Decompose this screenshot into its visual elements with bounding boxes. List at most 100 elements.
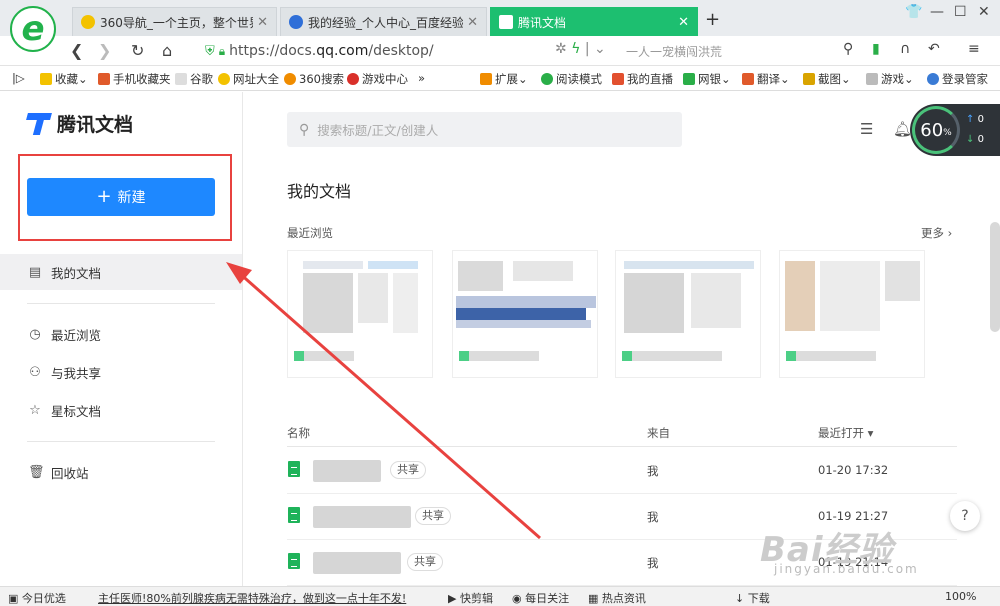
column-header-name[interactable]: 名称 [287,425,310,441]
bookmark-favorites[interactable]: 收藏 ⌄ [40,71,88,87]
status-daily-follow[interactable]: ◉ 每日关注 [512,590,569,606]
more-link[interactable]: 更多 › [921,225,952,241]
sidebar-item-my-docs[interactable]: ▤ 我的文档 [0,254,242,290]
tab-360-nav[interactable]: 360导航_一个主页，整个世界 ✕ [72,7,277,36]
bookmark-games[interactable]: 游戏 ⌄ [866,71,914,87]
sidebar-toggle-icon[interactable]: |▷ [12,71,25,85]
divider [27,441,215,442]
browser-logo[interactable]: e [10,6,56,52]
speed-gauge: 60% [912,106,960,154]
table-row[interactable]: 共享 我 01-20 17:32 [287,448,957,494]
column-header-from[interactable]: 来自 [647,425,670,441]
bookmarks-bar: |▷ 收藏 ⌄ 手机收藏夹 谷歌 网址大全 360搜索 游戏中心 » 扩展 ⌄ … [0,67,1000,91]
back-icon[interactable]: ❮ [70,41,83,60]
doc-name-blurred [313,552,401,574]
shared-tag: 共享 [407,553,443,571]
sidebar-item-label: 回收站 [51,465,89,481]
upload-speed: ↑ 0 [966,114,984,125]
doc-name-blurred [313,460,381,482]
bookmark-hao[interactable]: 网址大全 [218,71,279,87]
search-placeholder: 搜索标题/正文/创建人 [317,123,439,138]
main-content: ⚲ 搜索标题/正文/创建人 ☰ 🔔︎ 我的文档 最近浏览 更多 › 名称 来自 … [243,92,1000,586]
speed-widget[interactable]: 60% ↑ 0 ↓ 0 [910,104,1000,156]
tab-title: 我的经验_个人中心_百度经验 [308,15,464,30]
star-icon: ☆ [29,402,41,418]
minimize-icon[interactable]: — [930,4,944,20]
skin-icon[interactable]: 👕 [905,4,922,20]
tab-baidu-jingyan[interactable]: 我的经验_个人中心_百度经验 ✕ [280,7,487,36]
sidebar-item-label: 与我共享 [51,365,102,381]
status-hot-news[interactable]: ▦ 热点资讯 [588,590,646,606]
tencent-docs-logo-icon [27,113,51,135]
bookmark-translate[interactable]: 翻译 ⌄ [742,71,790,87]
tab-tencent-docs[interactable]: 腾讯文档 ✕ [490,7,698,36]
status-news-link[interactable]: 主任医师!80%前列腺疾病无需特殊治疗，做到这一点十年不发! [98,590,406,606]
sheet-doc-icon [288,461,300,477]
url-field[interactable]: ⛨ 🔒︎ https://docs.qq.com/desktop/ [205,39,595,63]
new-tab-button[interactable]: + [705,9,720,30]
bookmark-live[interactable]: 我的直播 [612,71,673,87]
sidebar-item-label: 我的文档 [51,265,102,281]
doc-name-blurred [313,506,411,528]
lock-icon: 🔒︎ [218,43,226,58]
sidebar-item-trash[interactable]: 🗑︎ 回收站 [0,454,242,490]
status-today-pick[interactable]: ▣ 今日优选 [8,590,66,606]
scrollbar[interactable] [990,222,1000,332]
tab-title: 腾讯文档 [518,15,567,30]
undo-icon[interactable]: ↶ [928,41,940,57]
refresh-icon[interactable]: ↻ [131,41,144,60]
status-download[interactable]: ↓ 下载 [735,590,770,606]
recent-card[interactable] [287,250,433,378]
sidebar-item-shared[interactable]: ⚇ 与我共享 [0,354,242,390]
close-icon[interactable]: ✕ [678,15,689,30]
bookmark-screenshot[interactable]: 截图 ⌄ [803,71,851,87]
browser-window: 360导航_一个主页，整个世界 ✕ 我的经验_个人中心_百度经验 ✕ 腾讯文档 … [0,0,1000,606]
shared-tag: 共享 [415,507,451,525]
search-input[interactable]: ⚲ 搜索标题/正文/创建人 [287,112,682,147]
from-cell: 我 [647,510,659,524]
download-speed: ↓ 0 [966,134,984,145]
bookmark-bank[interactable]: 网银 ⌄ [683,71,731,87]
close-icon[interactable]: ✕ [467,15,478,30]
headphones-icon[interactable]: ∩ [900,41,910,57]
sidebar-item-recent[interactable]: ◷ 最近浏览 [0,316,242,352]
bookmark-reading-mode[interactable]: 阅读模式 [541,71,602,87]
brand[interactable]: 腾讯文档 [27,110,133,137]
paw-icon [289,15,303,29]
from-cell: 我 [647,556,659,570]
close-icon[interactable]: ✕ [257,15,268,30]
search-suggestion[interactable]: 一人一宠横闯洪荒 [626,43,722,60]
home-icon[interactable]: ⌂ [162,41,172,60]
bookmark-mobile[interactable]: 手机收藏夹 [98,71,171,87]
sheet-doc-icon [288,553,300,569]
bookmark-google[interactable]: 谷歌 [175,71,213,87]
bookmark-login-manager[interactable]: 登录管家 [927,71,988,87]
window-close-icon[interactable]: ✕ [978,4,990,20]
new-button-label: 新建 [117,190,146,206]
new-document-button[interactable]: + 新建 [27,178,215,216]
tab-title: 360导航_一个主页，整个世界 [100,15,254,30]
sidebar-item-label: 星标文档 [51,403,102,419]
recent-card[interactable] [779,250,925,378]
maximize-icon[interactable]: ☐ [954,4,967,20]
bookmark-more[interactable]: » [418,71,425,85]
bookmark-extensions[interactable]: 扩展 ⌄ [480,71,528,87]
list-view-icon[interactable]: ☰ [860,120,873,138]
bookmark-360search[interactable]: 360搜索 [284,71,344,87]
recent-card[interactable] [615,250,761,378]
tencent-docs-icon [499,15,513,29]
column-header-opened[interactable]: 最近打开 ▾ [818,425,873,441]
recent-card[interactable] [452,250,598,378]
document-icon: ▤ [28,264,42,280]
status-quick-edit[interactable]: ▶ 快剪辑 [448,590,493,606]
page-title: 我的文档 [287,182,352,201]
menu-icon[interactable]: ≡ [968,41,980,57]
sidebar-item-starred[interactable]: ☆ 星标文档 [0,392,242,428]
status-zoom[interactable]: 100% [945,590,976,603]
address-tools[interactable]: ✲ ϟ | ⌄ [555,41,606,57]
sheet-doc-icon [288,507,300,523]
bookmark-game-center[interactable]: 游戏中心 [347,71,408,87]
search-icon[interactable]: ⚲ [843,41,853,57]
battery-icon[interactable]: ▮ [872,41,880,57]
forward-icon[interactable]: ❯ [98,41,111,60]
